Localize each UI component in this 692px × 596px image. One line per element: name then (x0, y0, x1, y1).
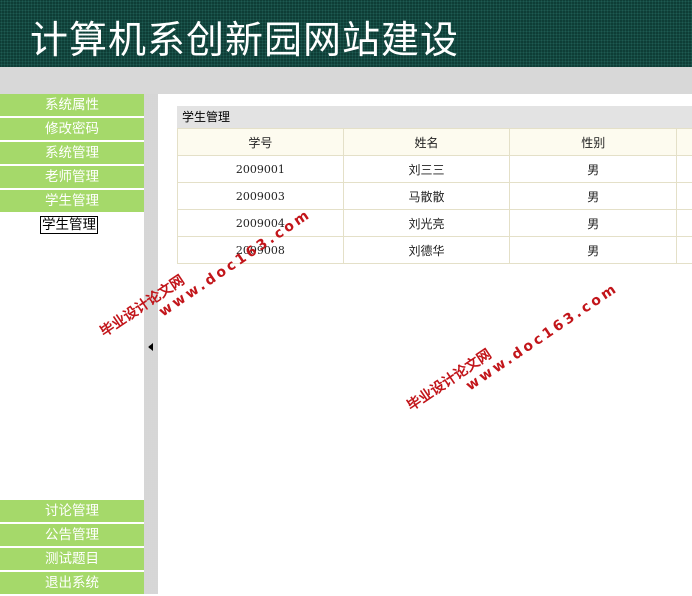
table-row[interactable]: 2009001 刘三三 男 (178, 156, 692, 183)
nav-item-label: 系统属性 (45, 94, 99, 116)
cell-gender: 男 (510, 183, 677, 210)
nav-item-student-management[interactable]: 学生管理 (0, 190, 144, 214)
nav-item-teacher-management[interactable]: 老师管理 (0, 166, 144, 190)
nav-item-test-questions[interactable]: 测试题目 (0, 548, 144, 572)
nav-item-label: 系统管理 (45, 142, 99, 164)
cell-gender: 男 (510, 237, 677, 264)
nav-item-system-management[interactable]: 系统管理 (0, 142, 144, 166)
cell-name: 刘光亮 (343, 210, 510, 237)
watermark-line2: www.doc163.com (464, 281, 621, 393)
nav-item-label: 退出系统 (45, 572, 99, 594)
cell-extra (677, 183, 692, 210)
collapse-arrow-icon[interactable] (148, 343, 153, 351)
table-header-row: 学号 姓名 性别 (178, 129, 692, 156)
nav-item-discussion-management[interactable]: 讨论管理 (0, 500, 144, 524)
nav-item-label: 讨论管理 (45, 500, 99, 522)
nav-item-label: 公告管理 (45, 524, 99, 546)
cell-name: 刘德华 (343, 237, 510, 264)
cell-name: 马散散 (343, 183, 510, 210)
column-header-extra (677, 129, 692, 156)
nav-item-change-password[interactable]: 修改密码 (0, 118, 144, 142)
sidebar-splitter[interactable] (144, 94, 158, 594)
cell-extra (677, 237, 692, 264)
panel-title: 学生管理 (177, 106, 692, 128)
nav-item-label: 修改密码 (45, 118, 99, 140)
watermark-overlay: 毕业设计论文网 www.doc163.com (405, 268, 621, 427)
nav-item-system-properties[interactable]: 系统属性 (0, 94, 144, 118)
site-header: 计算机系创新园网站建设 (0, 0, 692, 67)
nav-item-notice-management[interactable]: 公告管理 (0, 524, 144, 548)
cell-gender: 男 (510, 210, 677, 237)
cell-gender: 男 (510, 156, 677, 183)
nav-item-logout[interactable]: 退出系统 (0, 572, 144, 596)
cell-student-id: 2009001 (178, 156, 344, 183)
column-header-student-id[interactable]: 学号 (178, 129, 344, 156)
cell-extra (677, 210, 692, 237)
column-header-gender[interactable]: 性别 (510, 129, 677, 156)
column-header-name[interactable]: 姓名 (343, 129, 510, 156)
cell-extra (677, 156, 692, 183)
cell-student-id: 2009003 (178, 183, 344, 210)
nav-item-label: 老师管理 (45, 166, 99, 188)
site-title: 计算机系创新园网站建设 (30, 9, 459, 64)
watermark-line1: 毕业设计论文网 (405, 268, 612, 414)
cell-name: 刘三三 (343, 156, 510, 183)
nav-subitem-student-management[interactable]: 学生管理 (40, 216, 98, 234)
sub-header-bar (0, 67, 692, 94)
nav-item-label: 学生管理 (45, 190, 99, 212)
nav-item-label: 测试题目 (45, 548, 99, 570)
table-row[interactable]: 2009003 马散散 男 (178, 183, 692, 210)
